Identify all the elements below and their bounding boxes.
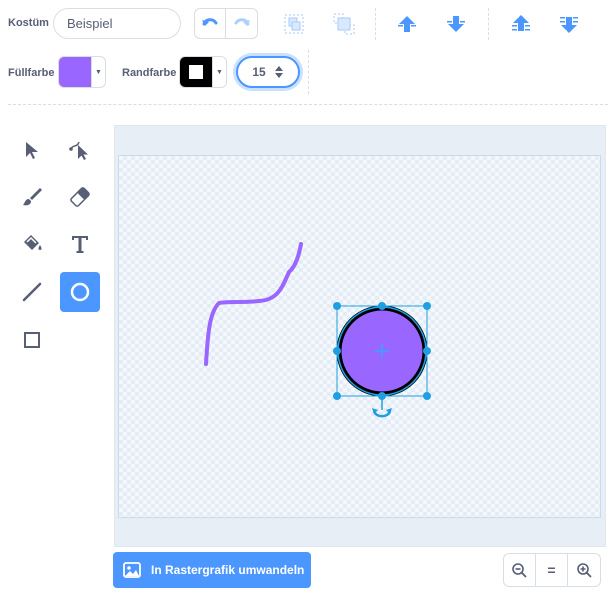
convert-to-bitmap-button[interactable]: In Rastergrafik umwandeln bbox=[113, 552, 311, 588]
selection-handle[interactable] bbox=[423, 347, 431, 355]
convert-to-bitmap-label: In Rastergrafik umwandeln bbox=[151, 563, 305, 577]
selection-handle[interactable] bbox=[423, 392, 431, 400]
zoom-controls: = bbox=[503, 553, 601, 587]
image-icon bbox=[123, 562, 141, 578]
zoom-out-button[interactable] bbox=[503, 553, 536, 587]
rotate-handle-icon[interactable] bbox=[372, 396, 392, 418]
selection-handle[interactable] bbox=[333, 347, 341, 355]
zoom-out-icon bbox=[512, 563, 527, 578]
selection-handle[interactable] bbox=[423, 302, 431, 310]
canvas-drawing bbox=[204, 242, 431, 418]
zoom-in-icon bbox=[577, 563, 592, 578]
zoom-reset-button[interactable]: = bbox=[535, 553, 569, 587]
selection-handle[interactable] bbox=[333, 302, 341, 310]
zoom-reset-label: = bbox=[547, 562, 556, 578]
selection-handle[interactable] bbox=[333, 392, 341, 400]
selection-handle[interactable] bbox=[378, 302, 386, 310]
zoom-in-button[interactable] bbox=[568, 553, 601, 587]
purple-brush-stroke[interactable] bbox=[204, 242, 303, 366]
